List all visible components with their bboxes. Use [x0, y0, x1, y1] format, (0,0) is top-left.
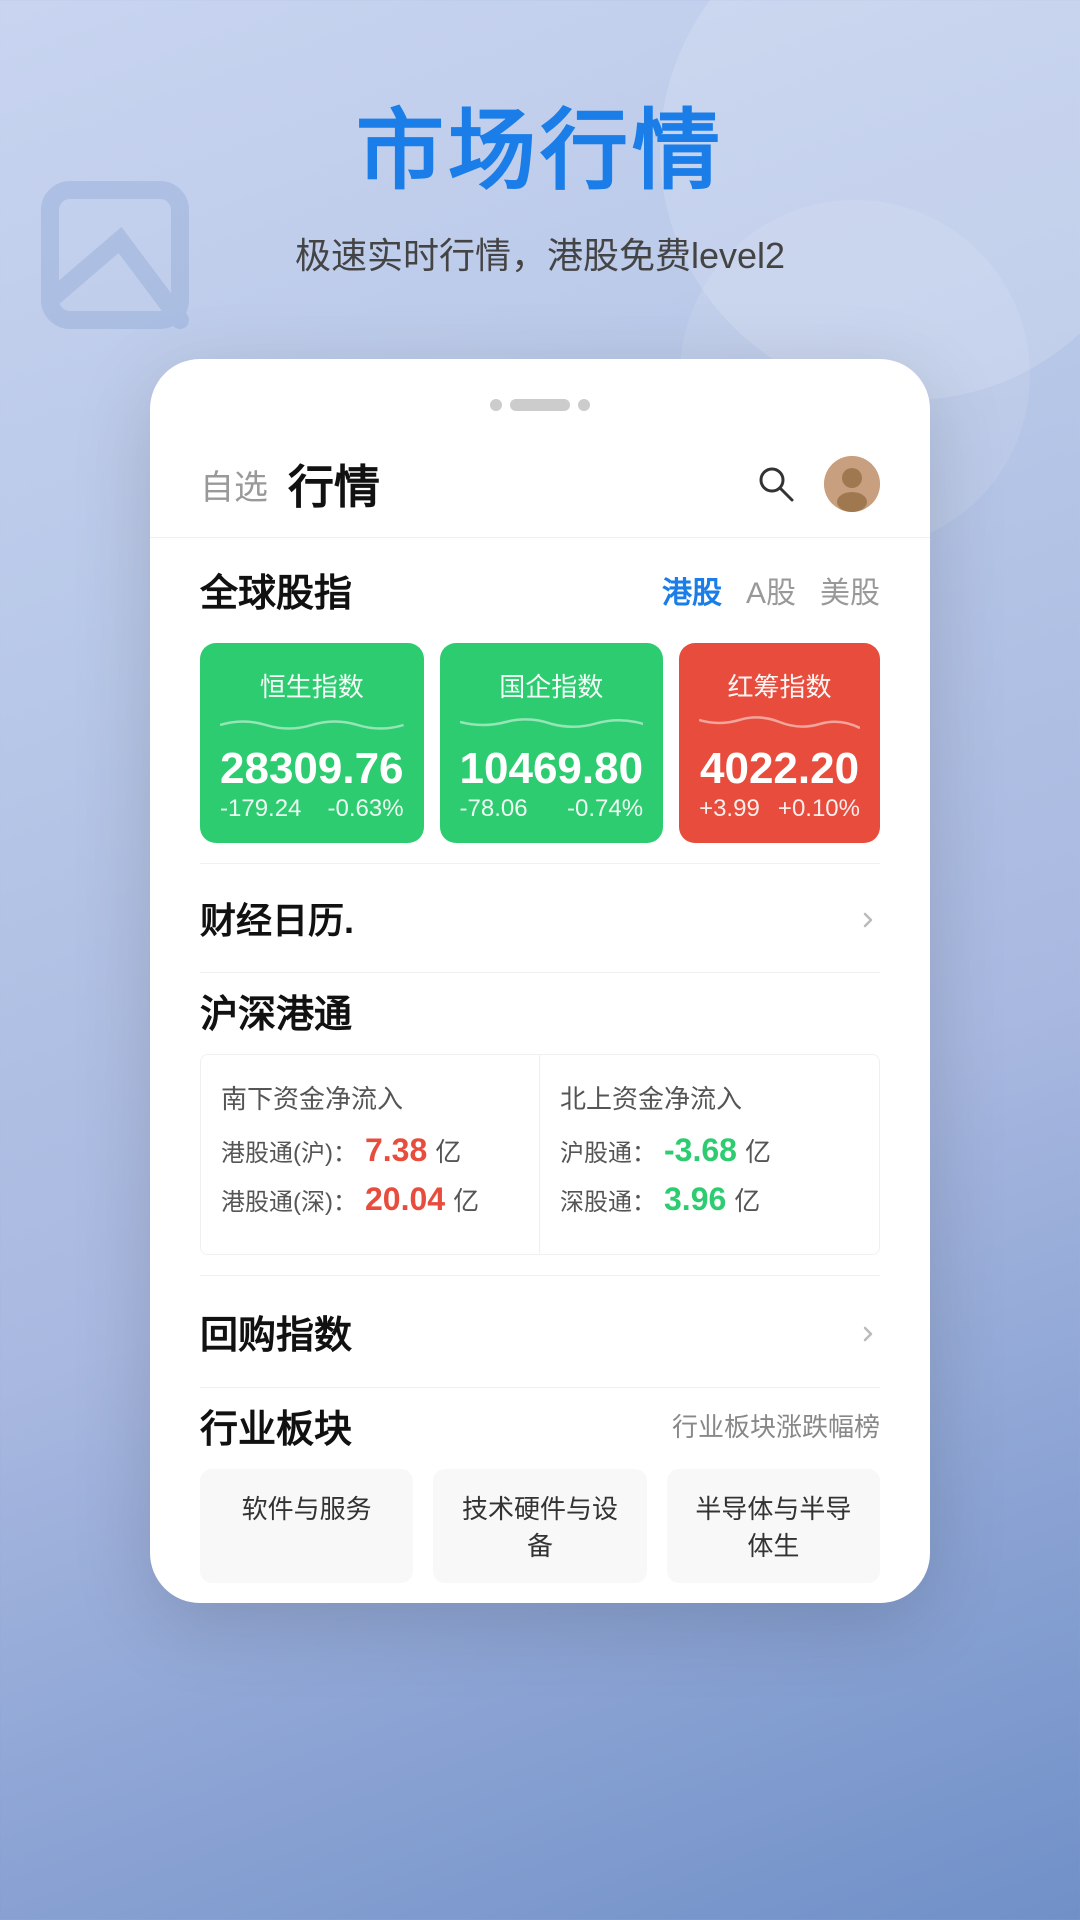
hshk-south-label-1: 港股通(沪)：	[221, 1133, 357, 1168]
industry-item-0[interactable]: 软件与服务	[200, 1469, 413, 1583]
nav-right	[752, 456, 880, 512]
avatar[interactable]	[824, 456, 880, 512]
hshk-north-unit-2: 亿	[734, 1181, 760, 1218]
hscei-name: 国企指数	[460, 667, 644, 704]
tab-hk[interactable]: 港股	[662, 568, 722, 612]
hsi-name: 恒生指数	[220, 667, 404, 704]
hsi-change: -179.24	[220, 795, 301, 823]
index-card-rci[interactable]: 红筹指数 4022.20 +3.99 +0.10%	[679, 643, 880, 843]
tab-a[interactable]: A股	[746, 568, 796, 612]
rci-changes: +3.99 +0.10%	[699, 795, 860, 823]
hshk-north-cell: 北上资金净流入 沪股通： -3.68 亿 深股通： 3.96 亿	[540, 1055, 879, 1254]
phone-mockup: 自选 行情	[150, 359, 930, 1603]
industry-item-name-0: 软件与服务	[220, 1489, 393, 1526]
hshk-south-title: 南下资金净流入	[221, 1079, 519, 1116]
index-card-hsi[interactable]: 恒生指数 28309.76 -179.24 -0.63%	[200, 643, 424, 843]
industry-header: 行业板块 行业板块涨跌幅榜	[200, 1398, 880, 1453]
hshk-south-cell: 南下资金净流入 港股通(沪)： 7.38 亿 港股通(深)： 20.04 亿	[201, 1055, 540, 1254]
rci-change-pct: +0.10%	[778, 795, 860, 823]
industry-title: 行业板块	[200, 1398, 352, 1453]
hshk-grid: 南下资金净流入 港股通(沪)： 7.38 亿 港股通(深)： 20.04 亿 北…	[200, 1054, 880, 1255]
buyback-title: 回购指数	[200, 1304, 352, 1359]
industry-grid: 软件与服务 技术硬件与设备 半导体与半导体生	[200, 1469, 880, 1583]
chevron-right-icon	[856, 906, 880, 930]
search-button[interactable]	[752, 460, 800, 508]
hshk-north-value-2: 3.96	[664, 1181, 726, 1218]
dot-3	[578, 399, 590, 411]
nav-left: 自选 行情	[200, 451, 380, 517]
financial-calendar-row[interactable]: 财经日历.	[150, 864, 930, 972]
hsi-change-pct: -0.63%	[327, 795, 403, 823]
hshk-north-row-1: 沪股通： -3.68 亿	[560, 1132, 859, 1169]
nav-zixuan-label[interactable]: 自选	[200, 460, 268, 509]
hshk-south-unit-2: 亿	[453, 1181, 479, 1218]
hshk-south-label-2: 港股通(深)：	[221, 1182, 357, 1217]
index-cards: 恒生指数 28309.76 -179.24 -0.63% 国企指数	[150, 633, 930, 863]
hshk-south-value-2: 20.04	[365, 1181, 445, 1218]
industry-item-2[interactable]: 半导体与半导体生	[667, 1469, 880, 1583]
industry-section: 行业板块 行业板块涨跌幅榜 软件与服务 技术硬件与设备 半导体与半导体生	[150, 1388, 930, 1603]
hshk-section: 沪深港通 南下资金净流入 港股通(沪)： 7.38 亿 港股通(深)： 20.0…	[150, 973, 930, 1275]
hsi-changes: -179.24 -0.63%	[220, 795, 404, 823]
rci-wave	[699, 710, 860, 740]
hshk-title: 沪深港通	[200, 983, 880, 1038]
phone-content: 自选 行情	[150, 431, 930, 1603]
tab-us[interactable]: 美股	[820, 568, 880, 612]
hshk-north-value-1: -3.68	[664, 1132, 737, 1169]
hsi-wave	[220, 710, 404, 740]
pagination-dots	[150, 389, 930, 431]
global-index-header: 全球股指 港股 A股 美股	[150, 538, 930, 633]
hshk-north-unit-1: 亿	[745, 1132, 771, 1169]
index-card-hscei[interactable]: 国企指数 10469.80 -78.06 -0.74%	[440, 643, 664, 843]
industry-link[interactable]: 行业板块涨跌幅榜	[672, 1407, 880, 1444]
hshk-north-title: 北上资金净流入	[560, 1079, 859, 1116]
page-title: 市场行情	[60, 80, 1020, 207]
nav-market-title: 行情	[288, 451, 380, 517]
hscei-change-pct: -0.74%	[567, 795, 643, 823]
hshk-north-row-2: 深股通： 3.96 亿	[560, 1181, 859, 1218]
nav-bar: 自选 行情	[150, 431, 930, 538]
index-tabs: 港股 A股 美股	[662, 568, 880, 612]
buyback-row[interactable]: 回购指数	[150, 1276, 930, 1387]
rci-value: 4022.20	[699, 745, 860, 793]
financial-calendar-title: 财经日历.	[200, 892, 354, 944]
hshk-north-label-1: 沪股通：	[560, 1133, 656, 1168]
industry-item-1[interactable]: 技术硬件与设备	[433, 1469, 646, 1583]
hscei-change: -78.06	[460, 795, 528, 823]
header-subtitle: 极速实时行情，港股免费level2	[60, 227, 1020, 279]
hshk-south-row-1: 港股通(沪)： 7.38 亿	[221, 1132, 519, 1169]
hshk-south-unit-1: 亿	[435, 1132, 461, 1169]
buyback-chevron-icon	[856, 1320, 880, 1344]
header-section: 市场行情 极速实时行情，港股免费level2	[0, 0, 1080, 319]
hshk-north-label-2: 深股通：	[560, 1182, 656, 1217]
hscei-changes: -78.06 -0.74%	[460, 795, 644, 823]
hshk-south-row-2: 港股通(深)： 20.04 亿	[221, 1181, 519, 1218]
dot-2	[510, 399, 570, 411]
industry-item-name-1: 技术硬件与设备	[453, 1489, 626, 1563]
rci-change: +3.99	[699, 795, 760, 823]
rci-name: 红筹指数	[699, 667, 860, 704]
industry-item-name-2: 半导体与半导体生	[687, 1489, 860, 1563]
global-index-title: 全球股指	[200, 562, 352, 617]
hscei-wave	[460, 710, 644, 740]
hsi-value: 28309.76	[220, 745, 404, 793]
hshk-south-value-1: 7.38	[365, 1132, 427, 1169]
hscei-value: 10469.80	[460, 745, 644, 793]
dot-1	[490, 399, 502, 411]
